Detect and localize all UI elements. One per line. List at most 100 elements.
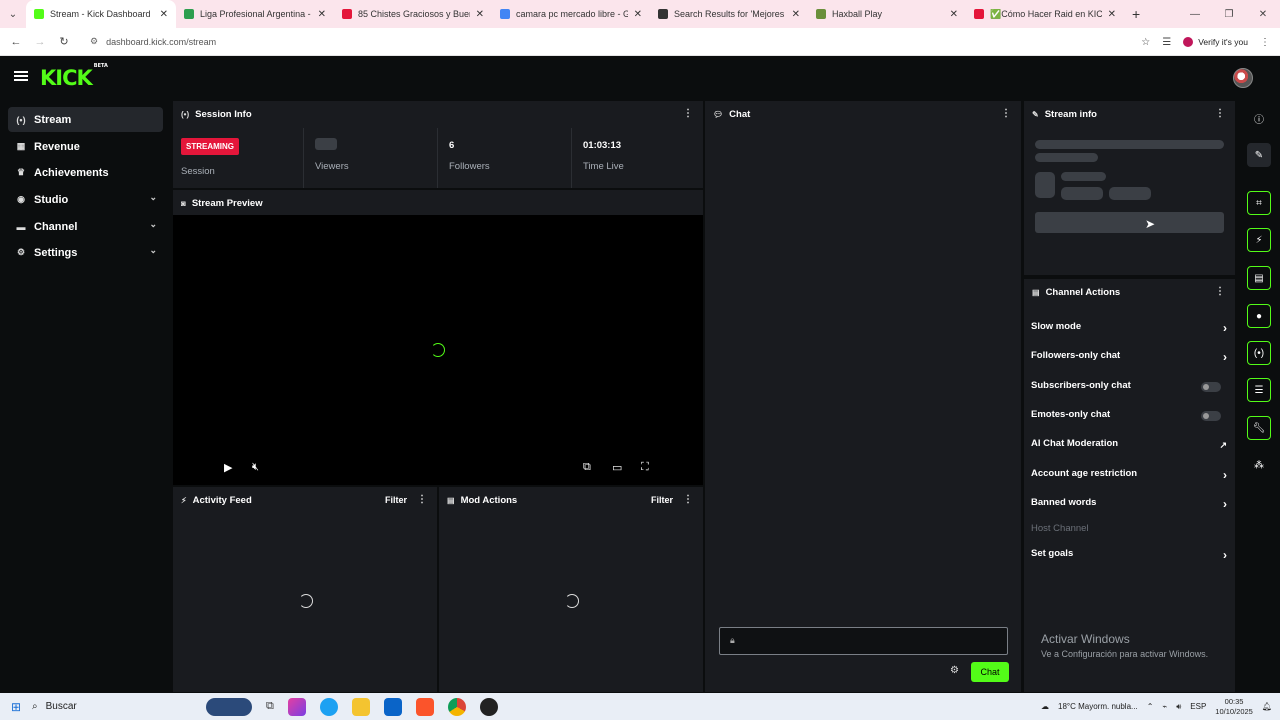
browser-tab[interactable]: 85 Chistes Graciosos y Buenos ✕ <box>334 0 492 28</box>
more-options-icon[interactable]: ⋮ <box>683 494 693 505</box>
chat-bubble-icon[interactable]: ● <box>1247 304 1271 328</box>
stream-preview-player[interactable] <box>173 215 703 485</box>
account-age-restriction-row[interactable]: Account age restriction › <box>1031 468 1227 486</box>
browser-tab[interactable]: camara pc mercado libre - Goo ✕ <box>492 0 650 28</box>
more-options-icon[interactable]: ⋮ <box>1215 286 1225 297</box>
show-hidden-icons-icon[interactable]: ⌃ <box>1147 702 1154 711</box>
outlook-icon[interactable] <box>383 697 402 716</box>
browser-tab[interactable]: Haxball Play ✕ <box>808 0 966 28</box>
chevron-down-icon[interactable]: ⌄ <box>149 219 157 230</box>
widgets-icon[interactable] <box>206 697 252 716</box>
channel-actions-icon[interactable]: ☰ <box>1247 378 1271 402</box>
settings-icon: ⚙ <box>16 247 26 257</box>
bookmark-star-icon[interactable]: ☆ <box>1141 37 1150 48</box>
edit-icon[interactable]: ✎ <box>1247 143 1271 167</box>
followers-only-chat-row[interactable]: Followers-only chat › <box>1031 350 1227 368</box>
reading-list-icon[interactable]: ☰ <box>1162 37 1171 48</box>
browser-tab[interactable]: Stream - Kick Dashboard ✕ <box>26 0 176 28</box>
browser-tab[interactable]: ✅Cómo Hacer Raid en KICK - ✕ <box>966 0 1124 28</box>
minimize-icon[interactable]: — <box>1178 9 1212 20</box>
user-avatar[interactable] <box>1233 68 1253 88</box>
menu-icon[interactable] <box>14 71 28 81</box>
notifications-icon[interactable]: 🔔︎ <box>1262 702 1272 711</box>
language-indicator[interactable]: ESP <box>1190 702 1206 711</box>
fullscreen-icon[interactable]: ⛶ <box>641 461 649 474</box>
restore-icon[interactable]: ❐ <box>1212 9 1246 20</box>
play-icon[interactable]: ▶ <box>224 461 232 474</box>
sidebar-item-stream[interactable]: (•) Stream <box>8 107 163 132</box>
volume-icon[interactable]: 🔊︎ <box>1176 702 1181 712</box>
close-window-icon[interactable]: ✕ <box>1246 9 1280 20</box>
set-goals-row[interactable]: Set goals › <box>1031 548 1227 566</box>
close-tab-icon[interactable]: ✕ <box>792 9 800 20</box>
streaming-badge: STREAMING <box>181 138 239 155</box>
lightning-icon[interactable]: ⚡︎ <box>1247 228 1271 252</box>
network-icon[interactable]: ⌁ <box>1162 702 1167 711</box>
edge-icon[interactable] <box>319 697 338 716</box>
more-options-icon[interactable]: ⋮ <box>417 494 427 505</box>
lock-icon: 🔒︎ <box>730 635 735 645</box>
brave-icon[interactable] <box>415 697 434 716</box>
browser-tab[interactable]: Search Results for 'Mejores jug ✕ <box>650 0 808 28</box>
info-icon[interactable]: ⓘ <box>1247 106 1271 130</box>
tab-search-icon[interactable]: ⌄ <box>0 0 26 28</box>
new-tab-icon[interactable]: + <box>1132 6 1140 22</box>
theater-mode-icon[interactable]: ▭ <box>612 461 622 474</box>
site-info-icon[interactable]: ⚙ <box>90 36 98 47</box>
clock-time: 00:35 <box>1224 696 1244 706</box>
add-widget-icon[interactable]: ⁂ <box>1247 453 1271 477</box>
verify-button[interactable]: Verify it's you <box>1183 37 1248 47</box>
kick-logo[interactable]: KICK BETA <box>40 63 108 90</box>
close-tab-icon[interactable]: ✕ <box>160 9 168 20</box>
mute-icon[interactable]: 🔇︎ <box>252 461 259 474</box>
sidebar-item-channel[interactable]: ▬ Channel ⌄ <box>8 214 163 239</box>
close-tab-icon[interactable]: ✕ <box>1108 9 1116 20</box>
ai-chat-moderation-row[interactable]: AI Chat Moderation ↗ <box>1031 438 1227 456</box>
chat-settings-icon[interactable]: ⚙ <box>950 665 959 676</box>
forward-icon[interactable]: → <box>28 36 52 48</box>
close-tab-icon[interactable]: ✕ <box>634 9 642 20</box>
slow-mode-row[interactable]: Slow mode › <box>1031 321 1227 339</box>
more-options-icon[interactable]: ⋮ <box>1215 108 1225 119</box>
subscribers-only-toggle[interactable] <box>1201 382 1221 392</box>
close-tab-icon[interactable]: ✕ <box>950 9 958 20</box>
clock[interactable]: 00:35 10/10/2025 <box>1215 697 1253 717</box>
app-icon[interactable] <box>479 697 498 716</box>
file-explorer-icon[interactable] <box>351 697 370 716</box>
weather-text[interactable]: 18°C Mayorm. nubla... <box>1058 702 1138 711</box>
picture-in-picture-icon[interactable]: ⧉ <box>583 461 591 474</box>
chevron-down-icon[interactable]: ⌄ <box>149 192 157 203</box>
browser-tab[interactable]: Liga Profesional Argentina - PC ✕ <box>176 0 334 28</box>
banned-words-row[interactable]: Banned words › <box>1031 497 1227 515</box>
sidebar-item-revenue[interactable]: ▦ Revenue <box>8 134 163 159</box>
sidebar-item-label: Achievements <box>34 166 109 179</box>
broadcast-icon[interactable]: (•) <box>1247 341 1271 365</box>
filter-button[interactable]: Filter <box>651 495 673 505</box>
document-icon[interactable]: ▤ <box>1247 266 1271 290</box>
more-options-icon[interactable]: ⋮ <box>683 108 693 119</box>
chrome-icon[interactable] <box>447 697 466 716</box>
windows-start-icon[interactable]: ⊞ <box>0 700 32 714</box>
send-chat-button[interactable]: Chat <box>971 662 1009 682</box>
more-options-icon[interactable]: ⋮ <box>1001 108 1011 119</box>
reload-icon[interactable]: ↻ <box>52 35 76 48</box>
close-tab-icon[interactable]: ✕ <box>318 9 326 20</box>
sidebar-item-settings[interactable]: ⚙ Settings ⌄ <box>8 240 163 265</box>
task-view-icon[interactable]: ⧉ <box>266 700 274 713</box>
close-tab-icon[interactable]: ✕ <box>476 9 484 20</box>
copilot-icon[interactable] <box>287 697 306 716</box>
sidebar-item-studio[interactable]: ◉ Studio ⌄ <box>8 187 163 212</box>
filter-button[interactable]: Filter <box>385 495 407 505</box>
back-icon[interactable]: ← <box>4 36 28 48</box>
sidebar-item-achievements[interactable]: ♛ Achievements <box>8 160 163 185</box>
youtube-favicon-icon <box>342 9 352 19</box>
camera-capture-icon[interactable]: ⌗ <box>1247 191 1271 215</box>
url-field[interactable]: ⚙ dashboard.kick.com/stream <box>82 31 1132 52</box>
browser-menu-icon[interactable]: ⋮ <box>1260 37 1270 48</box>
taskbar-search[interactable]: ⌕ Buscar <box>32 701 162 712</box>
emotes-only-toggle[interactable] <box>1201 411 1221 421</box>
chat-message-input[interactable]: 🔒︎ <box>719 627 1008 655</box>
chevron-down-icon[interactable]: ⌄ <box>149 245 157 256</box>
loading-spinner-icon <box>565 594 579 608</box>
wrench-icon[interactable]: 🔧︎ <box>1247 416 1271 440</box>
